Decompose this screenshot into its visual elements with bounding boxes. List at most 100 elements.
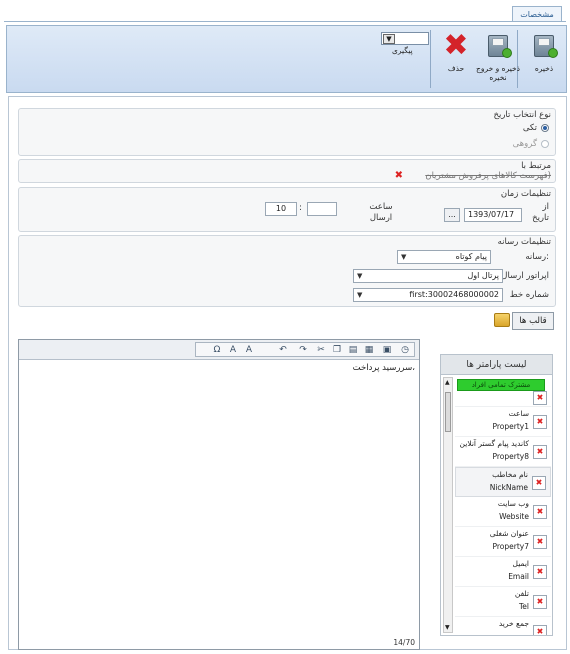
remove-icon[interactable]: ✖ (533, 445, 547, 459)
date-type-group: نوع انتخاب تاریخ تکی گروهی (18, 108, 556, 156)
chevron-down-icon: ▼ (357, 291, 363, 299)
param-name: ایمیل (512, 559, 529, 568)
remove-icon[interactable]: ✖ (533, 505, 547, 519)
tab-divider (4, 21, 566, 22)
list-item[interactable]: ایمیل Email ✖ (455, 557, 551, 587)
radio-group[interactable] (541, 140, 549, 148)
line-number-value: first:30002468000002 (409, 290, 499, 299)
parameter-list: لیست پارامتر ها ▲ ▼ مشترک تمامی افراد ✖ … (440, 354, 553, 636)
param-name: مشترک تمامی افراد (457, 379, 545, 391)
floppy-exit-icon (484, 32, 512, 60)
redo-icon[interactable]: ↷ (296, 344, 310, 356)
list-item[interactable]: جمع خرید ✖ (455, 617, 551, 635)
special-char-icon[interactable]: Ω (210, 344, 224, 356)
chevron-down-icon: ▼ (357, 272, 363, 280)
save-label: ذخیره (534, 64, 554, 73)
remove-icon[interactable]: ✖ (533, 565, 547, 579)
minute-input[interactable] (307, 202, 337, 216)
message-editor[interactable]: Ω A A ↶ ↷ ✂ ❐ ▤ ▦ ▣ ◷ سررسید پرداخت، 14/… (18, 339, 420, 650)
param-code: Website (499, 512, 529, 521)
radio-group-label: گروهی (512, 139, 537, 149)
tab-details[interactable]: مشخصات (512, 6, 562, 22)
paste-word-icon[interactable]: ▦ (362, 344, 376, 356)
scroll-down-icon[interactable]: ▼ (445, 624, 450, 631)
time-settings-title: تنظیمات زمان (500, 189, 551, 199)
followup-select[interactable]: ▼ (381, 32, 429, 45)
operator-value: پرتال اول (467, 271, 499, 280)
time-settings-group: تنظیمات زمان از تاریخ 1393/07/17 ... ساع… (18, 187, 556, 232)
floppy-disk-icon (530, 32, 558, 60)
undo-icon[interactable]: ↶ (276, 344, 290, 356)
delete-x-icon: ✖ (443, 28, 469, 63)
hour-input[interactable]: 10 (265, 202, 297, 216)
folder-icon[interactable] (494, 313, 510, 327)
editor-toolbar: Ω A A ↶ ↷ ✂ ❐ ▤ ▦ ▣ ◷ (19, 340, 419, 360)
from-label: از (542, 202, 549, 212)
spellcheck-icon[interactable]: A (226, 344, 240, 356)
editor-text[interactable]: سررسید پرداخت، (353, 363, 415, 373)
list-item[interactable]: وب سایت Website ✖ (455, 497, 551, 527)
param-code: Property7 (492, 542, 529, 551)
remove-icon[interactable]: ✖ (533, 595, 547, 609)
remove-icon[interactable]: ✖ (533, 415, 547, 429)
parameter-list-scrollbar[interactable]: ▲ ▼ (443, 377, 453, 633)
send-time-label: ساعت (369, 202, 393, 212)
parameter-list-body: ▲ ▼ مشترک تمامی افراد ✖ ساعت Property1 ✖… (441, 377, 552, 635)
param-name: نام مخاطب (492, 470, 528, 479)
media-settings-group: تنظیمات رسانه رسانه: پیام کوتاه ▼ اپراتو… (18, 235, 556, 307)
date-input[interactable]: 1393/07/17 (464, 208, 522, 222)
templates-button[interactable]: قالب ها (512, 312, 554, 330)
date-picker-button[interactable]: ... (444, 208, 460, 222)
remove-icon[interactable]: ✖ (533, 391, 547, 405)
media-select[interactable]: پیام کوتاه ▼ (397, 250, 491, 264)
time-colon: : (299, 203, 302, 213)
operator-select[interactable]: پرتال اول ▼ (353, 269, 503, 283)
chevron-down-icon: ▼ (383, 34, 395, 44)
param-code: Property1 (492, 422, 529, 431)
list-item[interactable]: ساعت Property1 ✖ (455, 407, 551, 437)
list-item[interactable]: مشترک تمامی افراد ✖ (455, 377, 551, 407)
cut-icon[interactable]: ✂ (314, 344, 328, 356)
date-type-title: نوع انتخاب تاریخ (493, 110, 551, 120)
list-item[interactable]: تلفن Tel ✖ (455, 587, 551, 617)
list-item[interactable]: عنوان شغلی Property7 ✖ (455, 527, 551, 557)
save-button[interactable]: ذخیره (521, 30, 567, 88)
related-title: مرتبط با (521, 161, 551, 171)
delete-button[interactable]: ✖ حذف (433, 30, 479, 88)
radio-single[interactable] (541, 124, 549, 132)
param-name: ساعت (508, 409, 529, 418)
remove-icon[interactable]: ✖ (532, 476, 546, 490)
send-time-label-2: ارسال (369, 213, 393, 223)
list-item[interactable]: کاندید پیام گستر آنلاین Property8 ✖ (455, 437, 551, 467)
character-counter: 14/70 (393, 638, 415, 647)
scroll-thumb[interactable] (445, 392, 451, 432)
param-name: عنوان شغلی (489, 529, 529, 538)
related-value: فهرست کالاهای پرفروش مشتریان) (425, 171, 551, 181)
scroll-up-icon[interactable]: ▲ (445, 379, 450, 386)
save-exit-label-2: نخیره (489, 73, 507, 82)
save-exit-label: ذخیره و خروج (476, 64, 520, 73)
remove-icon[interactable]: ✖ (533, 625, 547, 635)
find-replace-icon[interactable]: A (242, 344, 256, 356)
save-exit-button[interactable]: ذخیره و خروج نخیره (475, 30, 521, 88)
remove-related-icon[interactable]: ✖ (395, 170, 403, 181)
param-name: وب سایت (497, 499, 529, 508)
parameter-list-title: لیست پارامتر ها (441, 355, 552, 375)
param-code: NickName (489, 483, 528, 492)
toolbar: ▼ پیگیری ذخیره ذخیره و خروج نخیره ✖ حذف (6, 25, 567, 93)
copy-icon[interactable]: ❐ (330, 344, 344, 356)
paste-icon[interactable]: ▤ (346, 344, 360, 356)
insert-time-icon[interactable]: ◷ (398, 344, 412, 356)
param-name: تلفن (514, 589, 529, 598)
line-number-select[interactable]: first:30002468000002 ▼ (353, 288, 503, 302)
param-name: کاندید پیام گستر آنلاین (459, 439, 529, 448)
media-label: رسانه: (525, 252, 549, 262)
list-item[interactable]: نام مخاطب NickName ✖ (455, 467, 551, 497)
remove-icon[interactable]: ✖ (533, 535, 547, 549)
media-value: پیام کوتاه (455, 252, 487, 261)
insert-date-icon[interactable]: ▣ (380, 344, 394, 356)
chevron-down-icon: ▼ (401, 253, 407, 261)
delete-label: حذف (447, 64, 465, 73)
from-label-2: تاریخ (532, 213, 549, 223)
param-name: جمع خرید (498, 619, 529, 628)
